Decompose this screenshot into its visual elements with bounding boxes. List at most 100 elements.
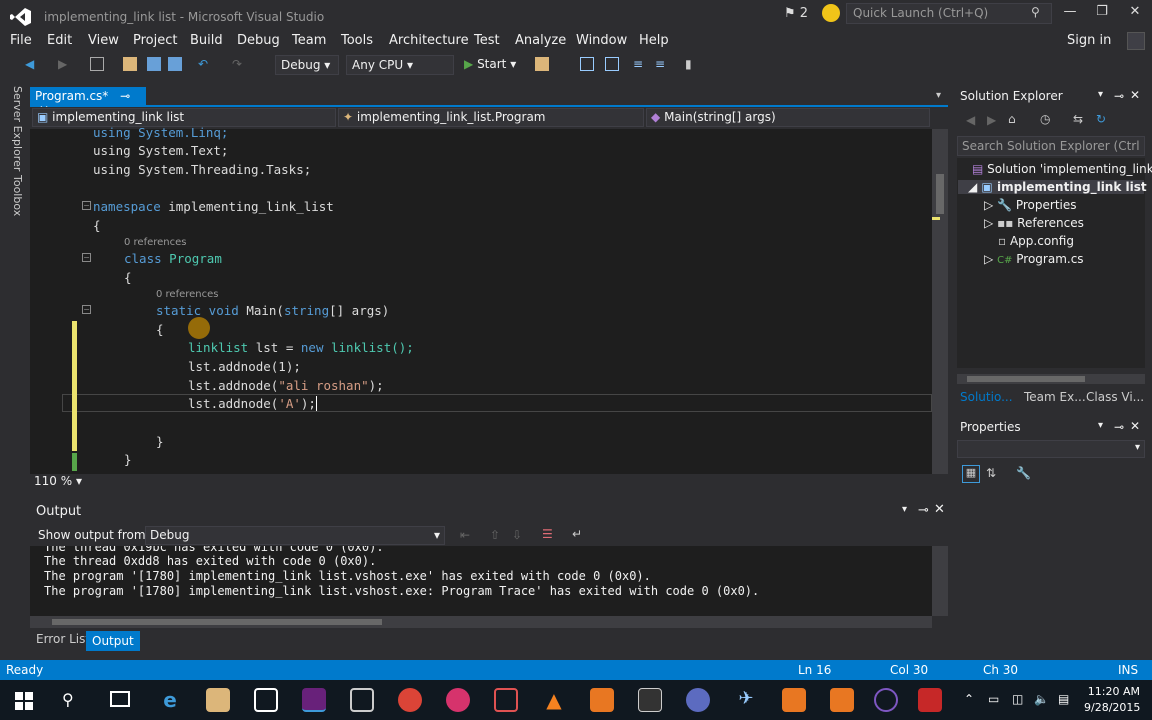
pin-icon[interactable]: ⊸ [120,89,130,103]
volume-icon[interactable]: 🔈 [1034,692,1049,706]
tree-item-program-cs[interactable]: ▷ C# Program.cs [984,252,1084,266]
menu-debug[interactable]: Debug [237,33,280,48]
prev-message-icon[interactable]: ⇧ [490,528,500,542]
tree-item-app-config[interactable]: ▫ App.config [998,234,1074,248]
solution-search-input[interactable]: Search Solution Explorer (Ctrl [957,136,1145,156]
notification-center-icon[interactable]: ▤ [1058,692,1069,706]
tree-item-project[interactable]: ◢ ▣ implementing_link list [958,180,1147,194]
menu-project[interactable]: Project [133,33,177,48]
battery-icon[interactable]: ▭ [988,692,999,706]
collapse-method-icon[interactable]: − [82,305,91,314]
save-all-icon[interactable] [168,57,182,71]
references-codelens[interactable]: 0 references [124,237,187,248]
se-close-icon[interactable]: ✕ [1130,88,1140,102]
indent-icon[interactable]: ≡ [633,57,647,71]
browser-link-icon[interactable] [535,57,549,71]
collapse-class-icon[interactable]: − [82,253,91,262]
app-icon[interactable]: ✈ [734,688,758,712]
menu-window[interactable]: Window [576,33,627,48]
collapse-namespace-icon[interactable]: − [82,201,91,210]
cmd-icon[interactable] [638,688,662,712]
find-message-icon[interactable]: ⇤ [460,528,470,542]
close-window-button[interactable]: ✕ [1120,4,1150,24]
app-icon[interactable] [686,688,710,712]
outdent-icon[interactable]: ≡ [655,57,669,71]
menu-file[interactable]: File [10,33,32,48]
quick-launch-input[interactable]: Quick Launch (Ctrl+Q) [846,3,1052,24]
se-dropdown-icon[interactable]: ▾ [1098,89,1103,100]
step-into-icon[interactable] [580,57,594,71]
props-dropdown-icon[interactable]: ▾ [1098,420,1103,431]
tab-program-cs[interactable]: Program.cs* ⊸ ✕ [30,87,146,117]
menu-analyze[interactable]: Analyze [515,33,566,48]
feedback-smiley-icon[interactable] [822,4,840,22]
app-icon[interactable] [590,688,614,712]
network-icon[interactable]: ◫ [1012,692,1023,706]
task-view-icon[interactable] [110,691,130,707]
menu-architecture[interactable]: Architecture [389,33,469,48]
server-explorer-tab[interactable]: Server Explorer [8,86,24,171]
app-icon[interactable] [874,688,898,712]
member-select[interactable]: ◆ Main(string[] args) [646,108,930,127]
minimize-button[interactable]: — [1055,4,1085,24]
zoom-dropdown-icon[interactable]: ▾ [76,474,82,488]
taskbar-clock[interactable]: 11:20 AM 9/28/2015 [1084,684,1140,716]
menu-view[interactable]: View [88,33,119,48]
redo-icon[interactable]: ↷ [232,57,246,71]
chrome-icon[interactable] [398,688,422,712]
sync-icon[interactable]: ⇆ [1073,112,1083,126]
references-codelens[interactable]: 0 references [156,289,219,300]
forward-icon[interactable]: ▶ [58,57,72,71]
se-forward-icon[interactable]: ▶ [987,113,996,127]
step-over-icon[interactable] [605,57,619,71]
categorized-icon[interactable]: ▦ [962,465,980,483]
app-icon[interactable] [446,688,470,712]
menu-test[interactable]: Test [474,33,500,48]
props-pin-icon[interactable]: ⊸ [1114,420,1124,434]
code-editor[interactable] [30,129,932,474]
scroll-thumb[interactable] [52,619,382,625]
store-icon[interactable] [254,688,278,712]
props-close-icon[interactable]: ✕ [1130,419,1140,433]
property-pages-icon[interactable]: 🔧 [1016,466,1031,480]
alphabetical-icon[interactable]: ⇅ [986,466,996,480]
save-icon[interactable] [147,57,161,71]
undo-icon[interactable]: ↶ [198,57,212,71]
clear-all-icon[interactable]: ☰ [542,527,553,541]
toolbox-tab[interactable]: Toolbox [8,175,24,216]
maximize-button[interactable]: ❐ [1087,4,1117,24]
class-select[interactable]: ✦ implementing_link_list.Program [338,108,644,127]
output-source-select[interactable]: Debug ▾ [145,526,445,545]
tab-output[interactable]: Output [86,631,140,651]
tree-item-solution[interactable]: ▤ Solution 'implementing_link l [972,162,1152,176]
word-wrap-icon[interactable]: ↵ [572,527,582,541]
tab-dropdown-icon[interactable]: ▾ [936,90,941,101]
back-icon[interactable]: ◀ [25,57,39,71]
search-icon[interactable]: ⚲ [62,690,74,709]
output-close-icon[interactable]: ✕ [934,502,945,517]
menu-team[interactable]: Team [292,33,326,48]
app-icon[interactable] [494,688,518,712]
tree-item-properties[interactable]: ▷ 🔧 Properties [984,198,1077,212]
output-dropdown-icon[interactable]: ▾ [902,504,907,515]
bookmark-icon[interactable]: ▮ [685,57,699,71]
app-icon[interactable] [830,688,854,712]
profile-icon[interactable] [1127,32,1145,50]
editor-horizontal-scrollbar[interactable] [92,482,912,488]
app-icon[interactable] [918,688,942,712]
output-pin-icon[interactable]: ⊸ [918,503,929,518]
zoom-level[interactable]: 110 % [34,474,72,488]
props-object-select[interactable]: ▾ [957,440,1145,458]
visual-studio-icon[interactable] [302,688,326,712]
se-pin-icon[interactable]: ⊸ [1114,89,1124,103]
menu-edit[interactable]: Edit [47,33,72,48]
editor-vertical-scrollbar[interactable] [932,129,948,474]
new-project-icon[interactable] [90,57,104,71]
scroll-thumb[interactable] [936,174,944,214]
tree-item-references[interactable]: ▷ ▪▪ References [984,216,1084,230]
vlc-icon[interactable]: ▲ [542,688,566,712]
menu-tools[interactable]: Tools [341,33,373,48]
tab-solution-explorer[interactable]: Solutio... [957,390,1016,404]
se-horizontal-scrollbar[interactable] [957,374,1145,384]
start-button[interactable]: ▶ Start ▾ [464,57,516,71]
